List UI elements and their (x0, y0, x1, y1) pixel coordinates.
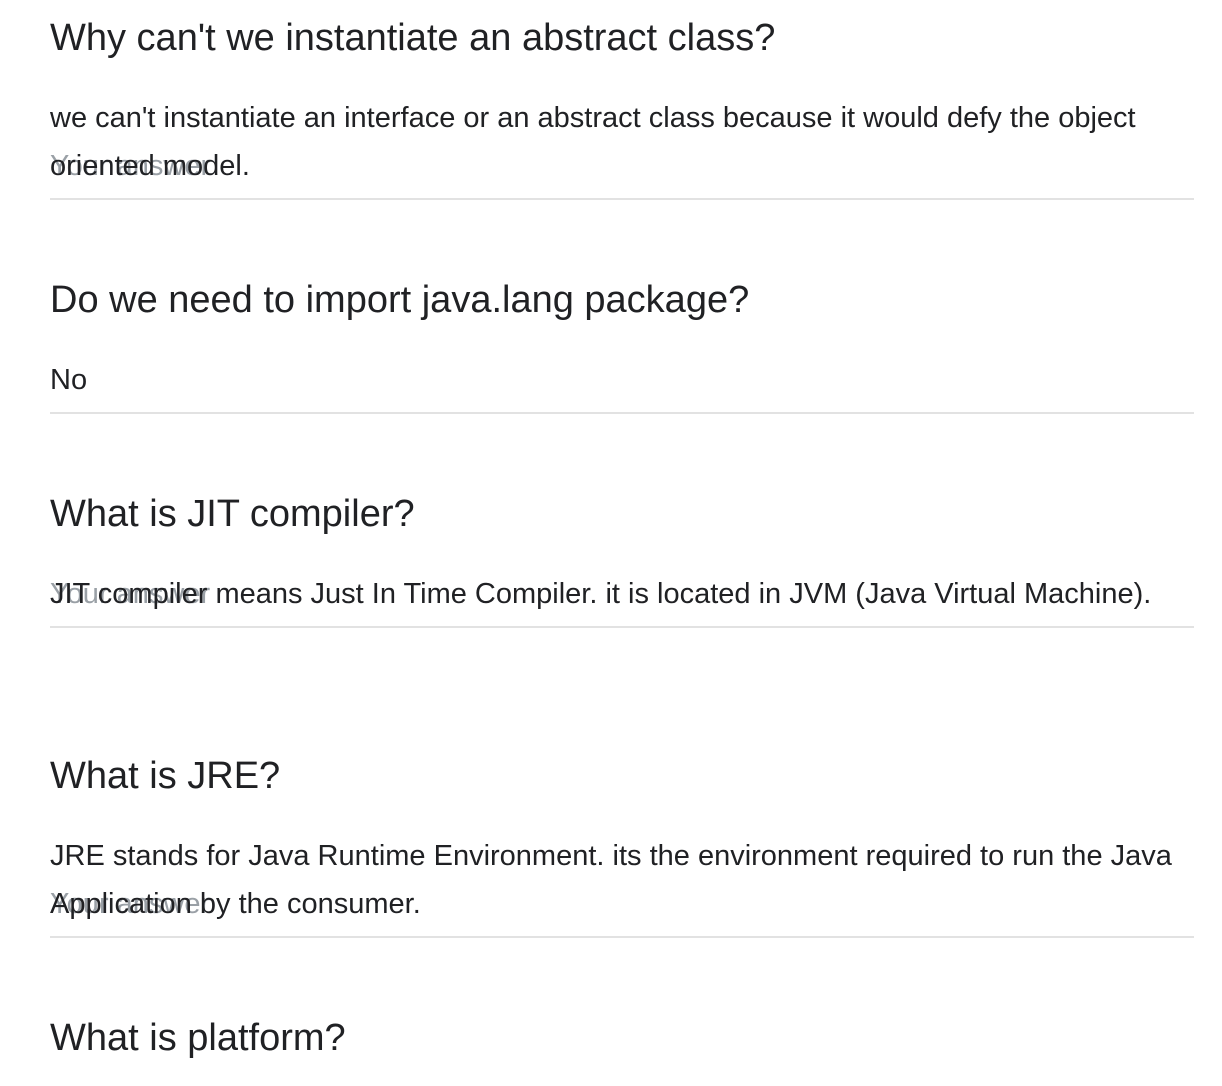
question-card: What is platform? (50, 1016, 1194, 1060)
answer-field[interactable]: No (50, 356, 1194, 414)
question-title: Do we need to import java.lang package? (50, 279, 750, 321)
question-title: Why can't we instantiate an abstract cla… (50, 17, 776, 59)
answer-input[interactable]: JRE stands for Java Runtime Environment.… (50, 832, 1194, 936)
question-card: Do we need to import java.lang package? … (50, 278, 1194, 414)
answer-field[interactable]: Your answer we can't instantiate an inte… (50, 94, 1194, 200)
question-card: What is JRE? Your answer JRE stands for … (50, 754, 1194, 938)
answer-input[interactable]: JIT compiler means Just In Time Compiler… (50, 570, 1194, 626)
question-card: Why can't we instantiate an abstract cla… (50, 16, 1194, 200)
form-body: Why can't we instantiate an abstract cla… (0, 0, 1222, 1086)
question-title: What is platform? (50, 1017, 346, 1059)
answer-field[interactable]: Your answer JRE stands for Java Runtime … (50, 832, 1194, 938)
question-title: What is JRE? (50, 755, 281, 797)
answer-input[interactable]: we can't instantiate an interface or an … (50, 94, 1194, 198)
answer-input[interactable]: No (50, 356, 1194, 412)
question-title: What is JIT compiler? (50, 493, 415, 535)
answer-field[interactable]: Your answer JIT compiler means Just In T… (50, 570, 1194, 628)
question-card: What is JIT compiler? Your answer JIT co… (50, 492, 1194, 628)
